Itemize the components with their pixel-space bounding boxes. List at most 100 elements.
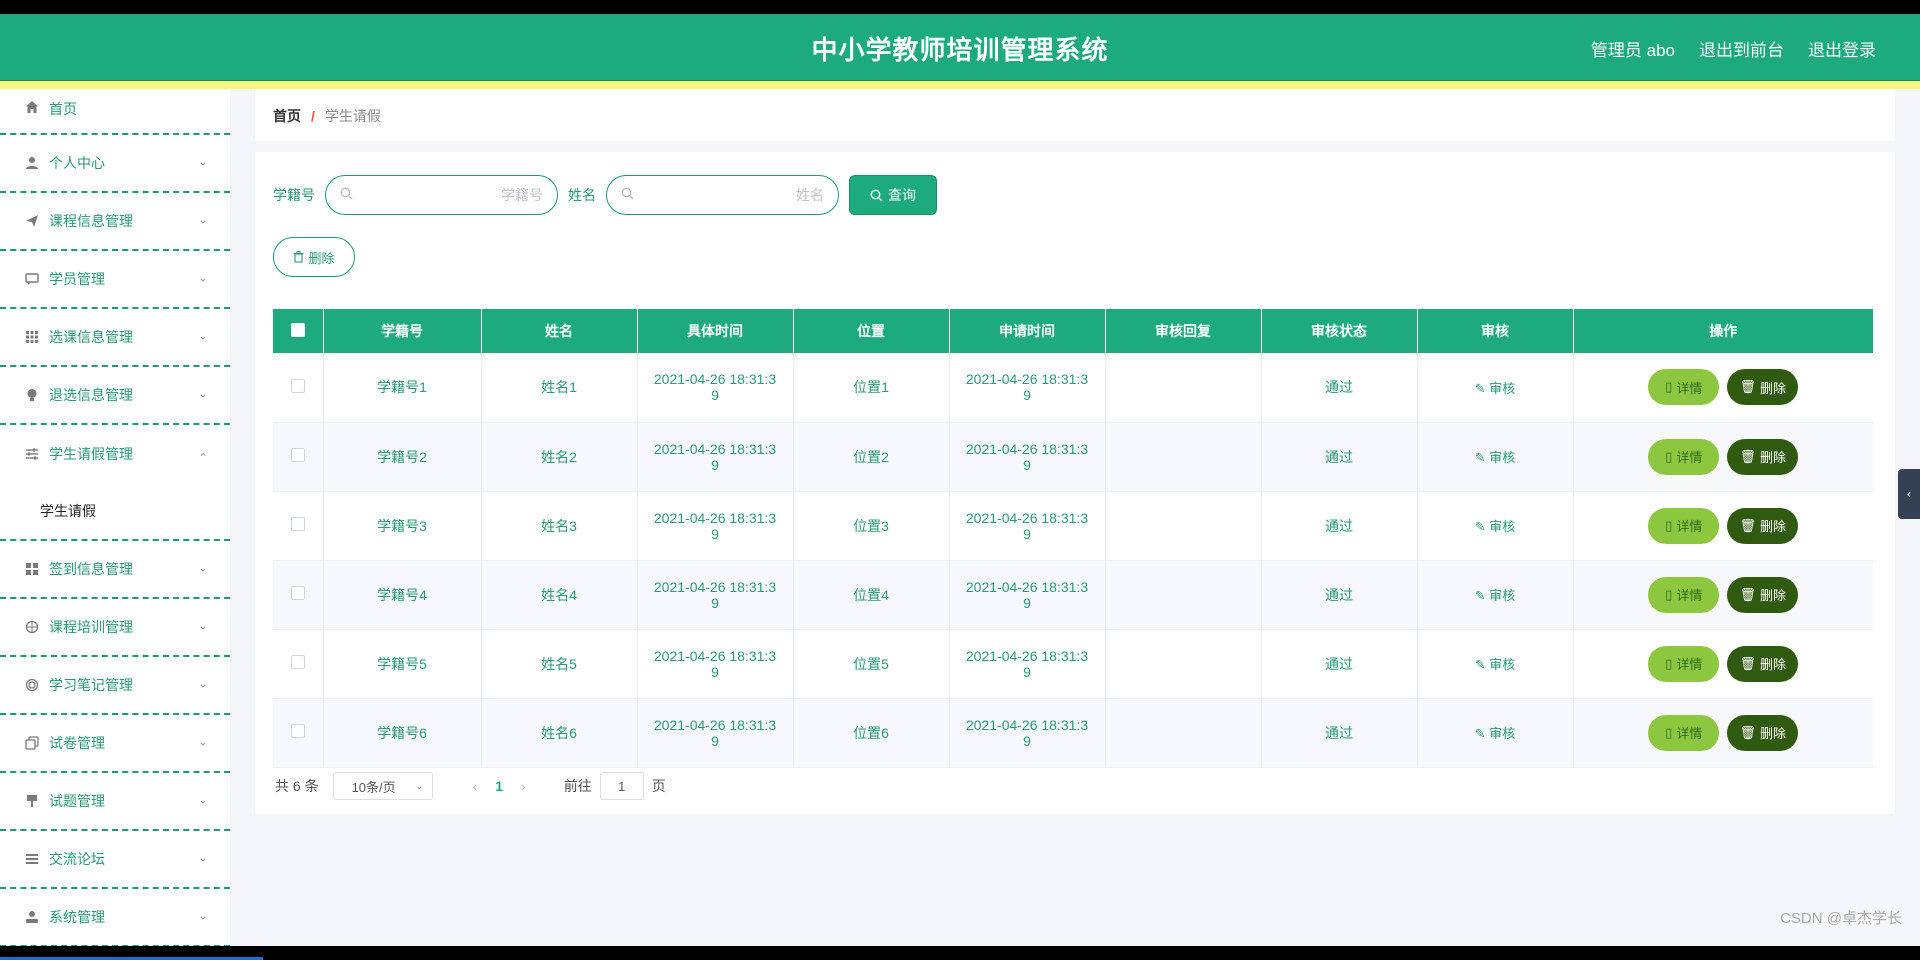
reply-cell: [1105, 353, 1262, 423]
collapse-panel-tab[interactable]: ‹: [1898, 469, 1920, 519]
apply-time-cell: 2021-04-26 18:31:3 9: [949, 629, 1106, 699]
col-header: 位置: [793, 309, 950, 353]
name-search[interactable]: [606, 175, 839, 215]
audit-label: 审核: [1489, 450, 1516, 465]
sidebar-item-withdrawal[interactable]: 退选信息管理 ⌄: [0, 367, 230, 425]
delete-button[interactable]: 🗑 删除: [1727, 369, 1799, 406]
actions-cell: ▯ 详情 🗑 删除: [1573, 422, 1873, 492]
sidebar-item-label: 试题管理: [49, 793, 105, 809]
search-icon: [870, 189, 883, 202]
detail-button[interactable]: ▯ 详情: [1648, 369, 1720, 406]
sidebar-item-papers[interactable]: 试卷管理 ⌄: [0, 715, 230, 773]
sidebar-item-course-training[interactable]: 课程培训管理 ⌄: [0, 599, 230, 657]
delete-button[interactable]: 🗑 删除: [1727, 576, 1799, 613]
audit-link[interactable]: ✎ 审核: [1475, 726, 1516, 741]
sidebar-item-system[interactable]: 系统管理 ⌄: [0, 889, 230, 946]
sidebar-item-course-info[interactable]: 课程信息管理 ⌄: [0, 193, 230, 251]
actions-cell: ▯ 详情 🗑 删除: [1573, 629, 1873, 699]
table-row: 学籍号2 姓名2 2021-04-26 18:31:3 9 位置2 2021-04…: [273, 422, 1873, 492]
sidebar-item-study-notes[interactable]: 学习笔记管理 ⌄: [0, 657, 230, 715]
audit-link[interactable]: ✎ 审核: [1475, 519, 1516, 534]
row-checkbox[interactable]: [290, 448, 305, 462]
delete-button[interactable]: 🗑 删除: [1727, 714, 1799, 751]
audit-link[interactable]: ✎ 审核: [1475, 588, 1516, 603]
row-checkbox[interactable]: [290, 655, 305, 669]
row-select-cell: [273, 491, 324, 561]
sidebar-item-home[interactable]: 首页: [0, 89, 230, 135]
student-id-cell: 学籍号1: [323, 353, 482, 423]
row-checkbox[interactable]: [290, 378, 305, 393]
delete-label: 删除: [1760, 450, 1787, 465]
admin-label[interactable]: 管理员 abo: [1591, 36, 1675, 61]
submenu-item-leave[interactable]: 学生请假: [0, 483, 230, 541]
page-number[interactable]: 1: [495, 778, 503, 794]
goto-input[interactable]: 1: [599, 772, 644, 800]
sidebar-item-checkin[interactable]: 签到信息管理 ⌄: [0, 541, 230, 599]
audit-link[interactable]: ✎ 审核: [1475, 657, 1516, 672]
search-icon: [340, 187, 353, 203]
sidebar-item-students[interactable]: 学员管理 ⌄: [0, 251, 230, 309]
sidebar-item-forum[interactable]: 交流论坛 ⌄: [0, 831, 230, 889]
row-checkbox[interactable]: [290, 586, 305, 600]
audit-label: 审核: [1489, 657, 1516, 672]
detail-button[interactable]: ▯ 详情: [1648, 507, 1720, 544]
detail-button[interactable]: ▯ 详情: [1648, 714, 1720, 751]
audit-link[interactable]: ✎ 审核: [1475, 450, 1516, 465]
home-icon: [24, 99, 40, 115]
apply-time-cell: 2021-04-26 18:31:3 9: [949, 422, 1106, 492]
student-id-search[interactable]: [325, 175, 558, 215]
reply-cell: [1105, 491, 1262, 561]
sidebar: 首页 个人中心 ⌄ 课程信息管理 ⌄ 学员管理 ⌄ 选课信息管理 ⌄ 退选信息管…: [0, 89, 230, 946]
trash-icon: 🗑: [1739, 448, 1756, 464]
edit-icon: ✎: [1474, 588, 1490, 603]
sidebar-item-leave[interactable]: 学生请假管理 ⌄: [0, 425, 230, 483]
name-cell: 姓名3: [481, 491, 638, 561]
delete-label: 删除: [1760, 519, 1787, 534]
sidebar-item-label: 学员管理: [49, 271, 105, 287]
chevron-down-icon: ⌄: [197, 154, 208, 169]
delete-button[interactable]: 🗑 删除: [1727, 438, 1799, 475]
row-checkbox[interactable]: [290, 517, 305, 531]
apply-time-cell: 2021-04-26 18:31:3 9: [949, 698, 1106, 768]
location-cell: 位置2: [793, 422, 950, 492]
table-row: 学籍号4 姓名4 2021-04-26 18:31:3 9 位置4 2021-04…: [273, 560, 1873, 630]
document-icon: ▯: [1665, 724, 1673, 740]
detail-button[interactable]: ▯ 详情: [1648, 576, 1720, 613]
page-size-select[interactable]: 10条/页 ⌄: [332, 772, 433, 800]
time-cell: 2021-04-26 18:31:3 9: [637, 353, 794, 423]
query-button[interactable]: 查询: [849, 175, 937, 215]
sidebar-item-label: 学习笔记管理: [49, 677, 133, 693]
detail-button[interactable]: ▯ 详情: [1648, 438, 1720, 475]
goto-prefix: 前往: [563, 778, 592, 794]
sidebar-item-label: 选课信息管理: [49, 329, 133, 345]
batch-delete-button[interactable]: 删除: [273, 237, 355, 277]
edit-icon: ✎: [1474, 726, 1490, 741]
select-all-checkbox[interactable]: [290, 322, 305, 337]
sidebar-item-label: 系统管理: [49, 909, 105, 925]
sidebar-item-course-selection[interactable]: 选课信息管理 ⌄: [0, 309, 230, 367]
apply-line1: 2021-04-26 18:31:3: [965, 440, 1089, 457]
apply-time-cell: 2021-04-26 18:31:3 9: [949, 560, 1106, 630]
header-links: 管理员 abo 退出到前台 退出登录: [1591, 36, 1876, 61]
edit-icon: ✎: [1474, 519, 1490, 534]
back-to-front-link[interactable]: 退出到前台: [1699, 36, 1784, 61]
sidebar-item-questions[interactable]: 试题管理 ⌄: [0, 773, 230, 831]
audit-cell: ✎ 审核: [1417, 698, 1574, 768]
prev-page-icon[interactable]: ‹: [473, 778, 478, 794]
delete-button[interactable]: 🗑 删除: [1727, 507, 1799, 544]
time-line2: 9: [711, 456, 719, 473]
row-checkbox[interactable]: [290, 724, 305, 738]
logout-link[interactable]: 退出登录: [1808, 36, 1876, 61]
col-header: 姓名: [481, 309, 638, 353]
sidebar-item-personal-center[interactable]: 个人中心 ⌄: [0, 135, 230, 193]
detail-button[interactable]: ▯ 详情: [1648, 645, 1720, 682]
name-input[interactable]: [634, 187, 824, 203]
time-cell: 2021-04-26 18:31:3 9: [637, 560, 794, 630]
breadcrumb-home[interactable]: 首页: [273, 106, 301, 126]
student-id-input[interactable]: [353, 187, 543, 203]
goto-suffix: 页: [651, 778, 666, 794]
audit-link[interactable]: ✎ 审核: [1475, 381, 1516, 396]
delete-button[interactable]: 🗑 删除: [1727, 645, 1799, 682]
next-page-icon[interactable]: ›: [521, 778, 526, 794]
audit-cell: ✎ 审核: [1417, 422, 1574, 492]
